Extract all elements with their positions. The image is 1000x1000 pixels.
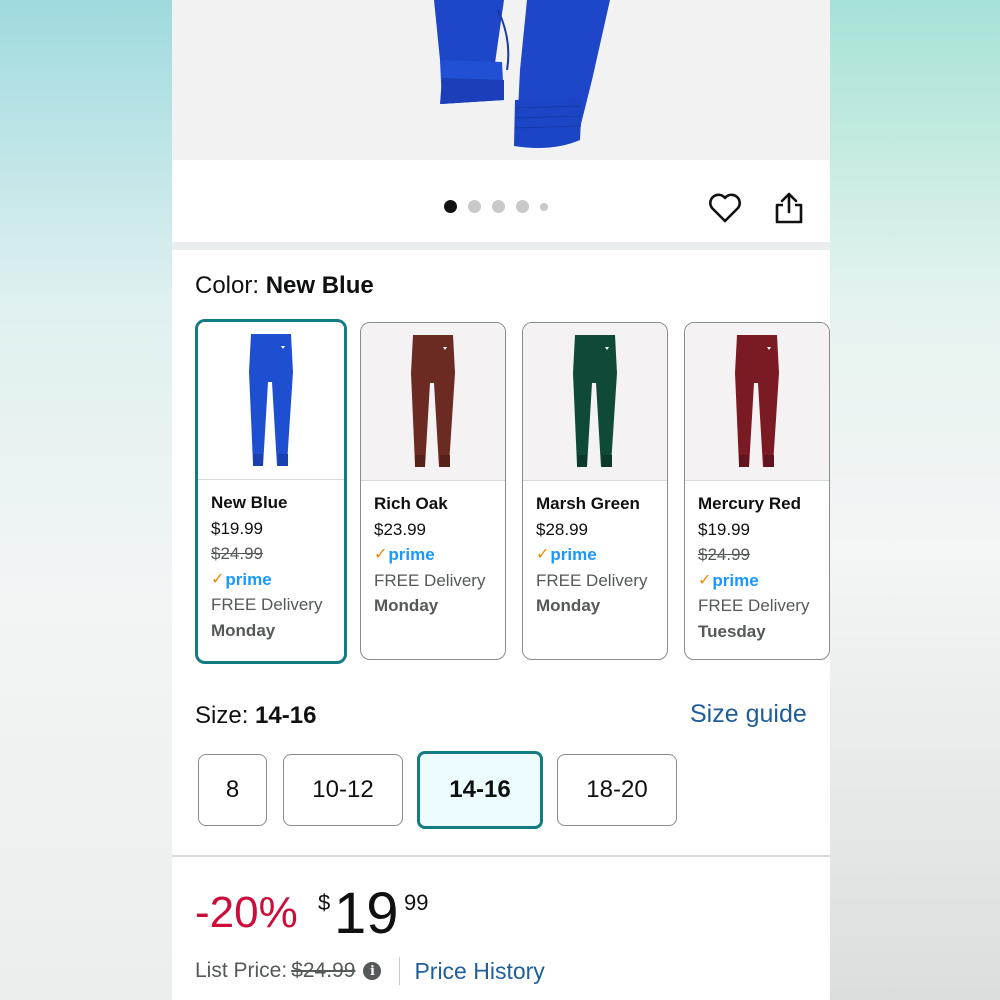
prime-badge: ✓ prime — [536, 542, 667, 568]
prime-badge: ✓ prime — [698, 568, 829, 594]
size-guide-link[interactable]: Size guide — [690, 700, 807, 729]
pants-image — [434, 0, 610, 148]
delivery-text: FREE Delivery — [374, 570, 486, 590]
size-option-14-16[interactable]: 14-16 — [417, 751, 543, 829]
product-image[interactable] — [172, 0, 830, 160]
list-price-row: List Price: $24.99 i Price History — [195, 957, 545, 985]
delivery-day: Tuesday — [698, 621, 766, 641]
info-icon[interactable]: i — [363, 962, 382, 980]
swatch-thumbnail — [198, 322, 344, 480]
color-label: Color: New Blue — [195, 272, 374, 299]
share-icon[interactable] — [769, 188, 809, 228]
pagination-dot-2[interactable] — [468, 200, 481, 213]
prime-check-icon: ✓ — [698, 571, 712, 589]
prime-check-icon: ✓ — [536, 546, 550, 563]
size-option-10-12[interactable]: 10-12 — [283, 754, 403, 826]
selected-size: 14-16 — [255, 702, 317, 729]
size-option-18-20[interactable]: 18-20 — [557, 754, 677, 826]
swatch-price: $19.99 — [698, 519, 750, 539]
delivery-text: FREE Delivery — [211, 595, 323, 614]
pants-thumbnail — [411, 335, 455, 467]
separator — [399, 957, 401, 985]
price-currency: $ — [318, 890, 331, 915]
image-pagination[interactable] — [444, 200, 548, 213]
product-page: Color: New Blue New Blue $19.99 $24.99 ✓… — [172, 0, 830, 1000]
price-fraction: 99 — [404, 890, 429, 915]
section-divider — [172, 242, 830, 250]
gallery-controls — [172, 160, 830, 242]
size-option-8[interactable]: 8 — [198, 754, 267, 826]
price-whole: 19 — [334, 881, 399, 946]
color-option-new-blue[interactable]: New Blue $19.99 $24.99 ✓ prime FREE Deliv… — [195, 319, 347, 664]
swatch-list-price: $24.99 — [698, 545, 750, 564]
price-divider — [172, 855, 830, 857]
price-history-link[interactable]: Price History — [414, 958, 544, 985]
heart-icon[interactable] — [705, 188, 745, 228]
color-option-mercury-red[interactable]: Mercury Red $19.99 $24.99 ✓ prime FREE De… — [684, 322, 830, 660]
swatch-price: $28.99 — [536, 519, 588, 539]
swatch-thumbnail — [361, 323, 505, 481]
size-label: Size: 14-16 — [195, 702, 317, 729]
list-price-value: $24.99 — [291, 959, 356, 982]
background-left — [0, 0, 172, 1000]
discount-percent: -20% — [195, 888, 298, 937]
pants-thumbnail — [735, 335, 779, 467]
selected-color: New Blue — [265, 272, 374, 299]
list-price-label: List Price: — [195, 959, 288, 982]
swatch-thumbnail — [523, 323, 667, 481]
swatch-price: $23.99 — [374, 519, 426, 539]
delivery-day: Monday — [211, 620, 276, 640]
swatch-name: Rich Oak — [374, 494, 448, 513]
color-option-rich-oak[interactable]: Rich Oak $23.99 ✓ prime FREE Delivery Mon… — [360, 322, 506, 660]
swatch-list-price: $24.99 — [211, 544, 263, 563]
prime-check-icon: ✓ — [374, 546, 388, 563]
delivery-day: Monday — [374, 596, 439, 615]
swatch-name: Marsh Green — [536, 494, 640, 513]
pagination-dot-1[interactable] — [444, 200, 457, 213]
delivery-text: FREE Delivery — [698, 596, 810, 615]
swatch-thumbnail — [685, 323, 829, 481]
pagination-dot-5[interactable] — [540, 202, 548, 211]
prime-check-icon: ✓ — [211, 570, 225, 588]
pants-thumbnail — [249, 334, 293, 466]
pagination-dot-4[interactable] — [516, 200, 529, 213]
background-right — [830, 0, 1000, 1000]
color-option-marsh-green[interactable]: Marsh Green $28.99 ✓ prime FREE Delivery … — [522, 322, 668, 660]
swatch-price: $19.99 — [211, 518, 263, 538]
pagination-dot-3[interactable] — [492, 200, 505, 213]
prime-badge: ✓ prime — [374, 542, 505, 568]
swatch-name: Mercury Red — [698, 494, 801, 513]
delivery-day: Monday — [536, 596, 601, 615]
prime-badge: ✓ prime — [211, 567, 344, 593]
pants-thumbnail — [573, 335, 617, 467]
delivery-text: FREE Delivery — [536, 570, 648, 590]
swatch-name: New Blue — [211, 493, 288, 512]
